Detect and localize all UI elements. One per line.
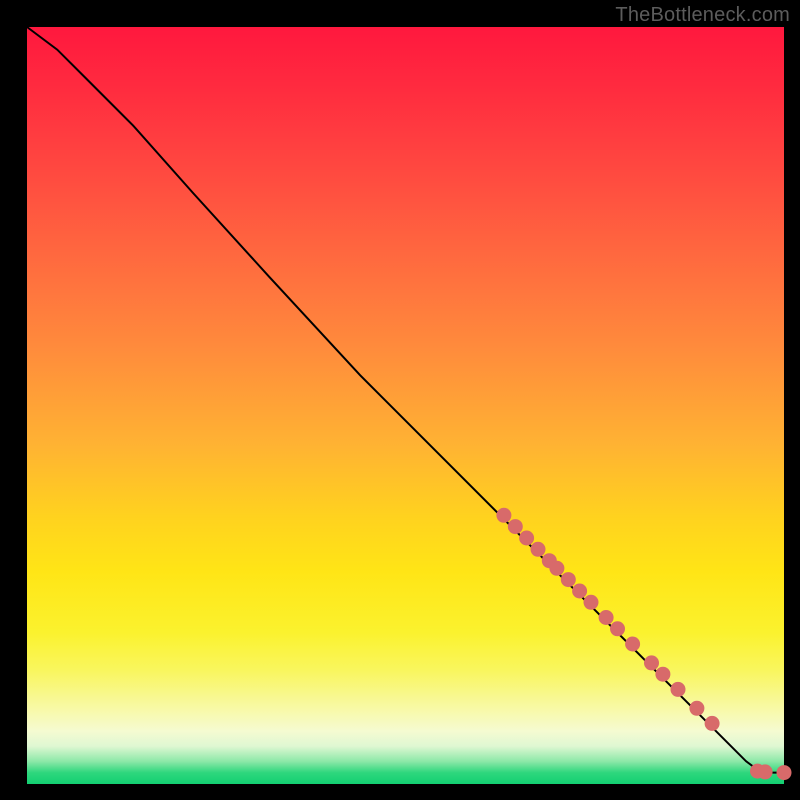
scatter-dot bbox=[689, 701, 704, 716]
scatter-dot bbox=[572, 584, 587, 599]
scatter-dot bbox=[758, 764, 773, 779]
scatter-dot bbox=[671, 682, 686, 697]
scatter-dot bbox=[508, 519, 523, 534]
scatter-dots bbox=[496, 508, 791, 780]
scatter-dot bbox=[610, 621, 625, 636]
scatter-dot bbox=[705, 716, 720, 731]
chart-container: TheBottleneck.com bbox=[0, 0, 800, 800]
scatter-dot bbox=[777, 765, 792, 780]
scatter-dot bbox=[644, 655, 659, 670]
scatter-dot bbox=[584, 595, 599, 610]
attribution-label: TheBottleneck.com bbox=[615, 4, 790, 27]
scatter-dot bbox=[549, 561, 564, 576]
scatter-dot bbox=[599, 610, 614, 625]
curve-line bbox=[27, 27, 784, 773]
scatter-dot bbox=[561, 572, 576, 587]
scatter-dot bbox=[531, 542, 546, 557]
scatter-dot bbox=[496, 508, 511, 523]
scatter-dot bbox=[655, 667, 670, 682]
chart-overlay bbox=[27, 27, 784, 784]
scatter-dot bbox=[519, 531, 534, 546]
scatter-dot bbox=[625, 637, 640, 652]
